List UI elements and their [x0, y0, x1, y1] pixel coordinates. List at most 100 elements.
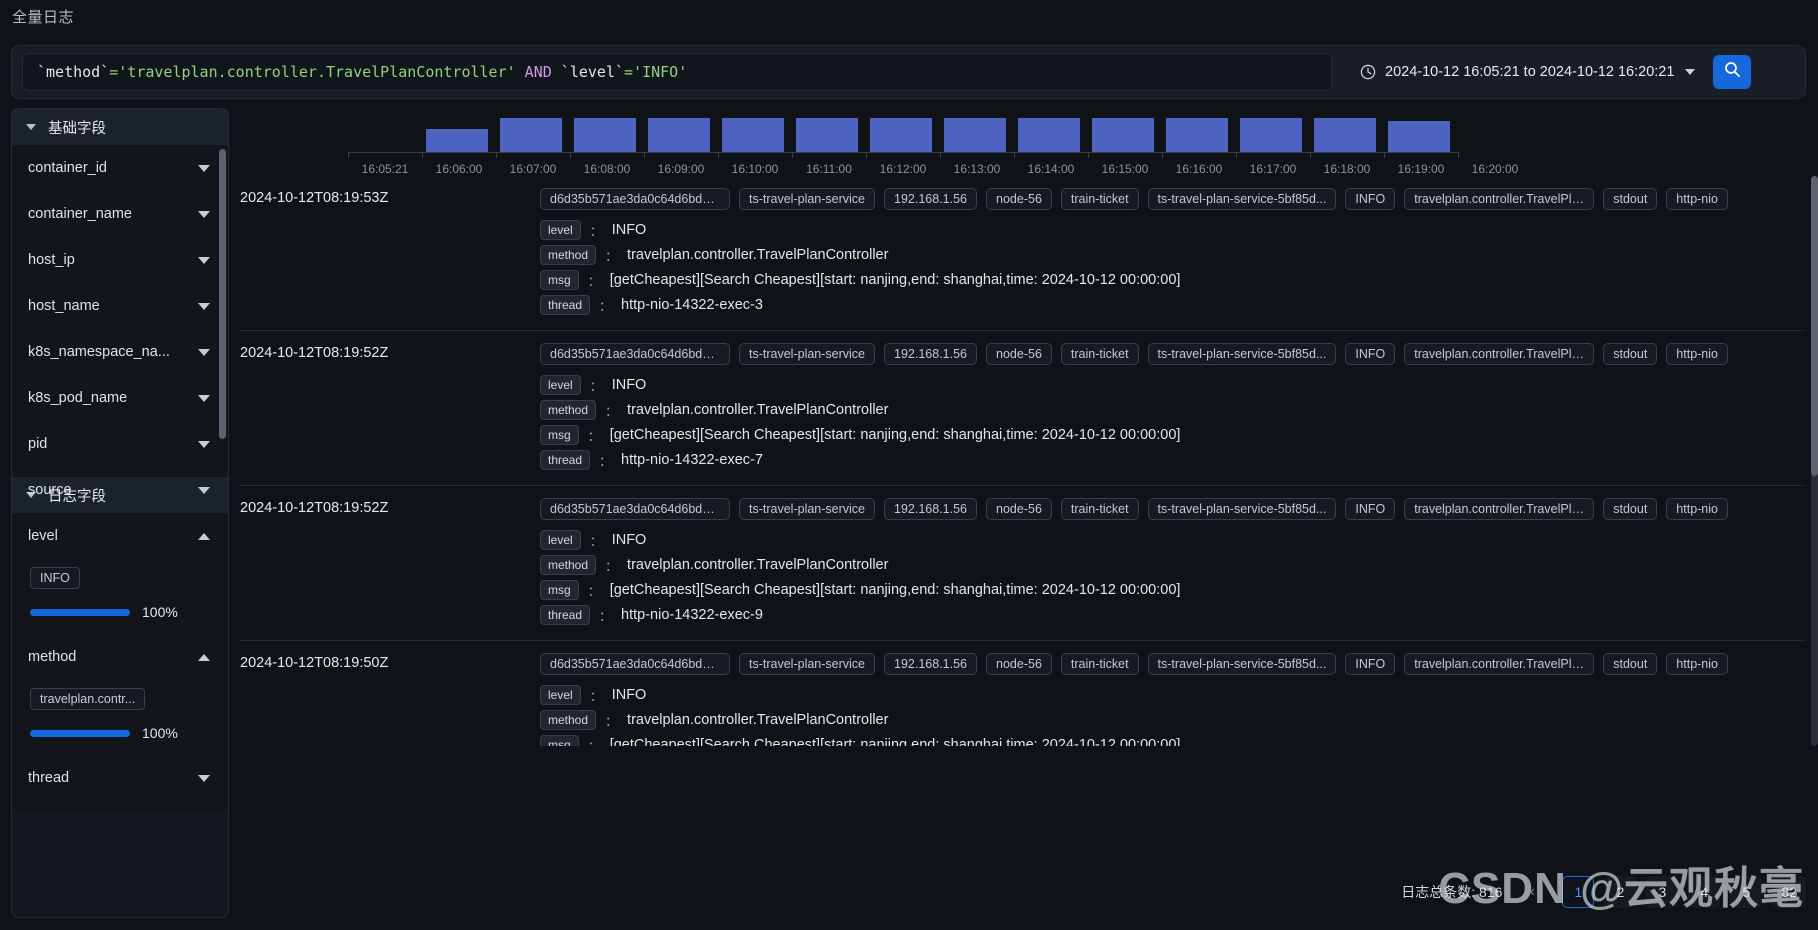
triangle-down-icon[interactable]	[198, 302, 210, 310]
sidebar-field-host-name[interactable]: host_name	[12, 283, 228, 329]
log-tag[interactable]: node-56	[986, 653, 1052, 675]
sidebar-field-thread[interactable]: thread	[12, 755, 228, 801]
log-tag[interactable]: travelplan.controller.TravelPlan...	[1404, 653, 1595, 675]
sidebar-field-k8s-pod-name[interactable]: k8s_pod_name	[12, 375, 228, 421]
triangle-down-icon[interactable]	[198, 256, 210, 264]
histogram-bar[interactable]	[944, 118, 1006, 152]
log-tag[interactable]: 192.168.1.56	[884, 498, 978, 520]
sidebar-field-k8s-namespace-name[interactable]: k8s_namespace_na...	[12, 329, 228, 375]
histogram-bar[interactable]	[1240, 118, 1302, 152]
log-tag[interactable]: INFO	[1345, 188, 1396, 210]
triangle-down-icon[interactable]	[198, 486, 210, 494]
log-tag[interactable]: ts-travel-plan-service-5bf85d...	[1147, 498, 1337, 520]
log-field-key[interactable]: msg	[540, 580, 579, 600]
log-tag[interactable]: INFO	[1345, 653, 1396, 675]
log-tag[interactable]: train-ticket	[1060, 343, 1139, 365]
histogram-bar[interactable]	[1314, 118, 1376, 152]
scrollbar-thumb[interactable]	[1811, 176, 1818, 476]
sidebar-field-level[interactable]: level	[12, 513, 228, 559]
log-tag[interactable]: ts-travel-plan-service-5bf85d...	[1147, 188, 1337, 210]
sidebar-field-source[interactable]: source	[12, 467, 228, 513]
page-button-82[interactable]: 82	[1772, 876, 1806, 908]
log-tag[interactable]: 192.168.1.56	[884, 653, 978, 675]
histogram-bar[interactable]	[870, 118, 932, 152]
histogram-bar[interactable]	[1092, 118, 1154, 152]
log-tag[interactable]: node-56	[986, 498, 1052, 520]
log-tag[interactable]: INFO	[1345, 343, 1396, 365]
log-row[interactable]: 2024-10-12T08:19:52Z d6d35b571ae3da0c64d6…	[240, 486, 1806, 641]
log-field-key[interactable]: method	[540, 555, 597, 575]
page-button-4[interactable]: 4	[1688, 876, 1721, 908]
search-button[interactable]	[1713, 55, 1752, 89]
log-tag[interactable]: travelplan.controller.TravelPlan...	[1404, 188, 1595, 210]
sidebar-field-container-name[interactable]: container_name	[12, 191, 228, 237]
histogram-bar[interactable]	[1388, 121, 1450, 152]
triangle-down-icon[interactable]	[198, 164, 210, 172]
log-tag[interactable]: d6d35b571ae3da0c64d6bdc0...	[540, 498, 730, 520]
log-tag[interactable]: train-ticket	[1060, 498, 1139, 520]
sidebar-field-host-ip[interactable]: host_ip	[12, 237, 228, 283]
histogram-bar[interactable]	[648, 118, 710, 152]
query-input[interactable]: `method` ='travelplan.controller.TravelP…	[22, 53, 1332, 91]
log-field-key[interactable]: level	[540, 530, 581, 550]
log-tag[interactable]: train-ticket	[1060, 188, 1139, 210]
log-field-key[interactable]: level	[540, 220, 581, 240]
histogram-bar[interactable]	[1166, 118, 1228, 152]
log-field-key[interactable]: thread	[540, 450, 591, 470]
time-range-picker[interactable]: 2024-10-12 16:05:21 to 2024-10-12 16:20:…	[1360, 64, 1696, 80]
log-list-scrollbar[interactable]	[1811, 176, 1818, 746]
log-tag[interactable]: train-ticket	[1060, 653, 1139, 675]
histogram-bar[interactable]	[574, 118, 636, 152]
chevron-left-icon[interactable]: ‹	[1518, 877, 1546, 907]
sidebar-group-header-basic[interactable]: 基础字段	[12, 109, 228, 145]
histogram-bars[interactable]	[240, 108, 1806, 152]
log-tag[interactable]: node-56	[986, 343, 1052, 365]
log-tag[interactable]: travelplan.controller.TravelPlan...	[1404, 343, 1595, 365]
sidebar-field-container-id[interactable]: container_id	[12, 145, 228, 191]
triangle-down-icon[interactable]	[198, 210, 210, 218]
log-field-key[interactable]: thread	[540, 295, 591, 315]
log-tag[interactable]: ts-travel-plan-service	[739, 653, 876, 675]
log-tag[interactable]: d6d35b571ae3da0c64d6bdc0...	[540, 343, 730, 365]
log-row[interactable]: 2024-10-12T08:19:53Z d6d35b571ae3da0c64d6…	[240, 176, 1806, 331]
histogram-bar[interactable]	[500, 118, 562, 152]
log-tag[interactable]: ts-travel-plan-service	[739, 343, 876, 365]
field-value-chip-level[interactable]: INFO	[30, 567, 80, 589]
log-tag[interactable]: http-nio	[1666, 498, 1728, 520]
log-tag[interactable]: INFO	[1345, 498, 1396, 520]
histogram-bar[interactable]	[1018, 118, 1080, 152]
log-field-key[interactable]: method	[540, 245, 597, 265]
page-button-5[interactable]: 5	[1730, 876, 1763, 908]
triangle-up-icon[interactable]	[198, 532, 210, 540]
log-tag[interactable]: travelplan.controller.TravelPlan...	[1404, 498, 1595, 520]
triangle-up-icon[interactable]	[198, 653, 210, 661]
log-tag[interactable]: stdout	[1603, 653, 1658, 675]
log-tag[interactable]: ts-travel-plan-service-5bf85d...	[1147, 653, 1337, 675]
log-field-key[interactable]: level	[540, 685, 581, 705]
log-field-key[interactable]: level	[540, 375, 581, 395]
log-tag[interactable]: d6d35b571ae3da0c64d6bdc0...	[540, 188, 730, 210]
histogram-bar[interactable]	[426, 129, 488, 152]
sidebar-field-method[interactable]: method	[12, 634, 228, 680]
log-field-key[interactable]: msg	[540, 735, 579, 746]
log-field-key[interactable]: msg	[540, 270, 579, 290]
triangle-down-icon[interactable]	[198, 348, 210, 356]
sidebar-field-pid[interactable]: pid	[12, 421, 228, 467]
sidebar-scrollbar[interactable]	[219, 149, 226, 439]
log-tag[interactable]: node-56	[986, 188, 1052, 210]
log-row[interactable]: 2024-10-12T08:19:50Z d6d35b571ae3da0c64d6…	[240, 641, 1806, 746]
log-tag[interactable]: ts-travel-plan-service-5bf85d...	[1147, 343, 1337, 365]
triangle-down-icon[interactable]	[198, 774, 210, 782]
page-button-3[interactable]: 3	[1646, 876, 1679, 908]
log-tag[interactable]: ts-travel-plan-service	[739, 188, 876, 210]
log-tag[interactable]: stdout	[1603, 498, 1658, 520]
triangle-down-icon[interactable]	[198, 440, 210, 448]
log-tag[interactable]: http-nio	[1666, 188, 1728, 210]
log-field-key[interactable]: thread	[540, 605, 591, 625]
log-row[interactable]: 2024-10-12T08:19:52Z d6d35b571ae3da0c64d6…	[240, 331, 1806, 486]
histogram-bar[interactable]	[722, 118, 784, 152]
log-tag[interactable]: 192.168.1.56	[884, 343, 978, 365]
log-field-key[interactable]: method	[540, 400, 597, 420]
page-button-2[interactable]: 2	[1604, 876, 1637, 908]
log-tag[interactable]: d6d35b571ae3da0c64d6bdc0...	[540, 653, 730, 675]
